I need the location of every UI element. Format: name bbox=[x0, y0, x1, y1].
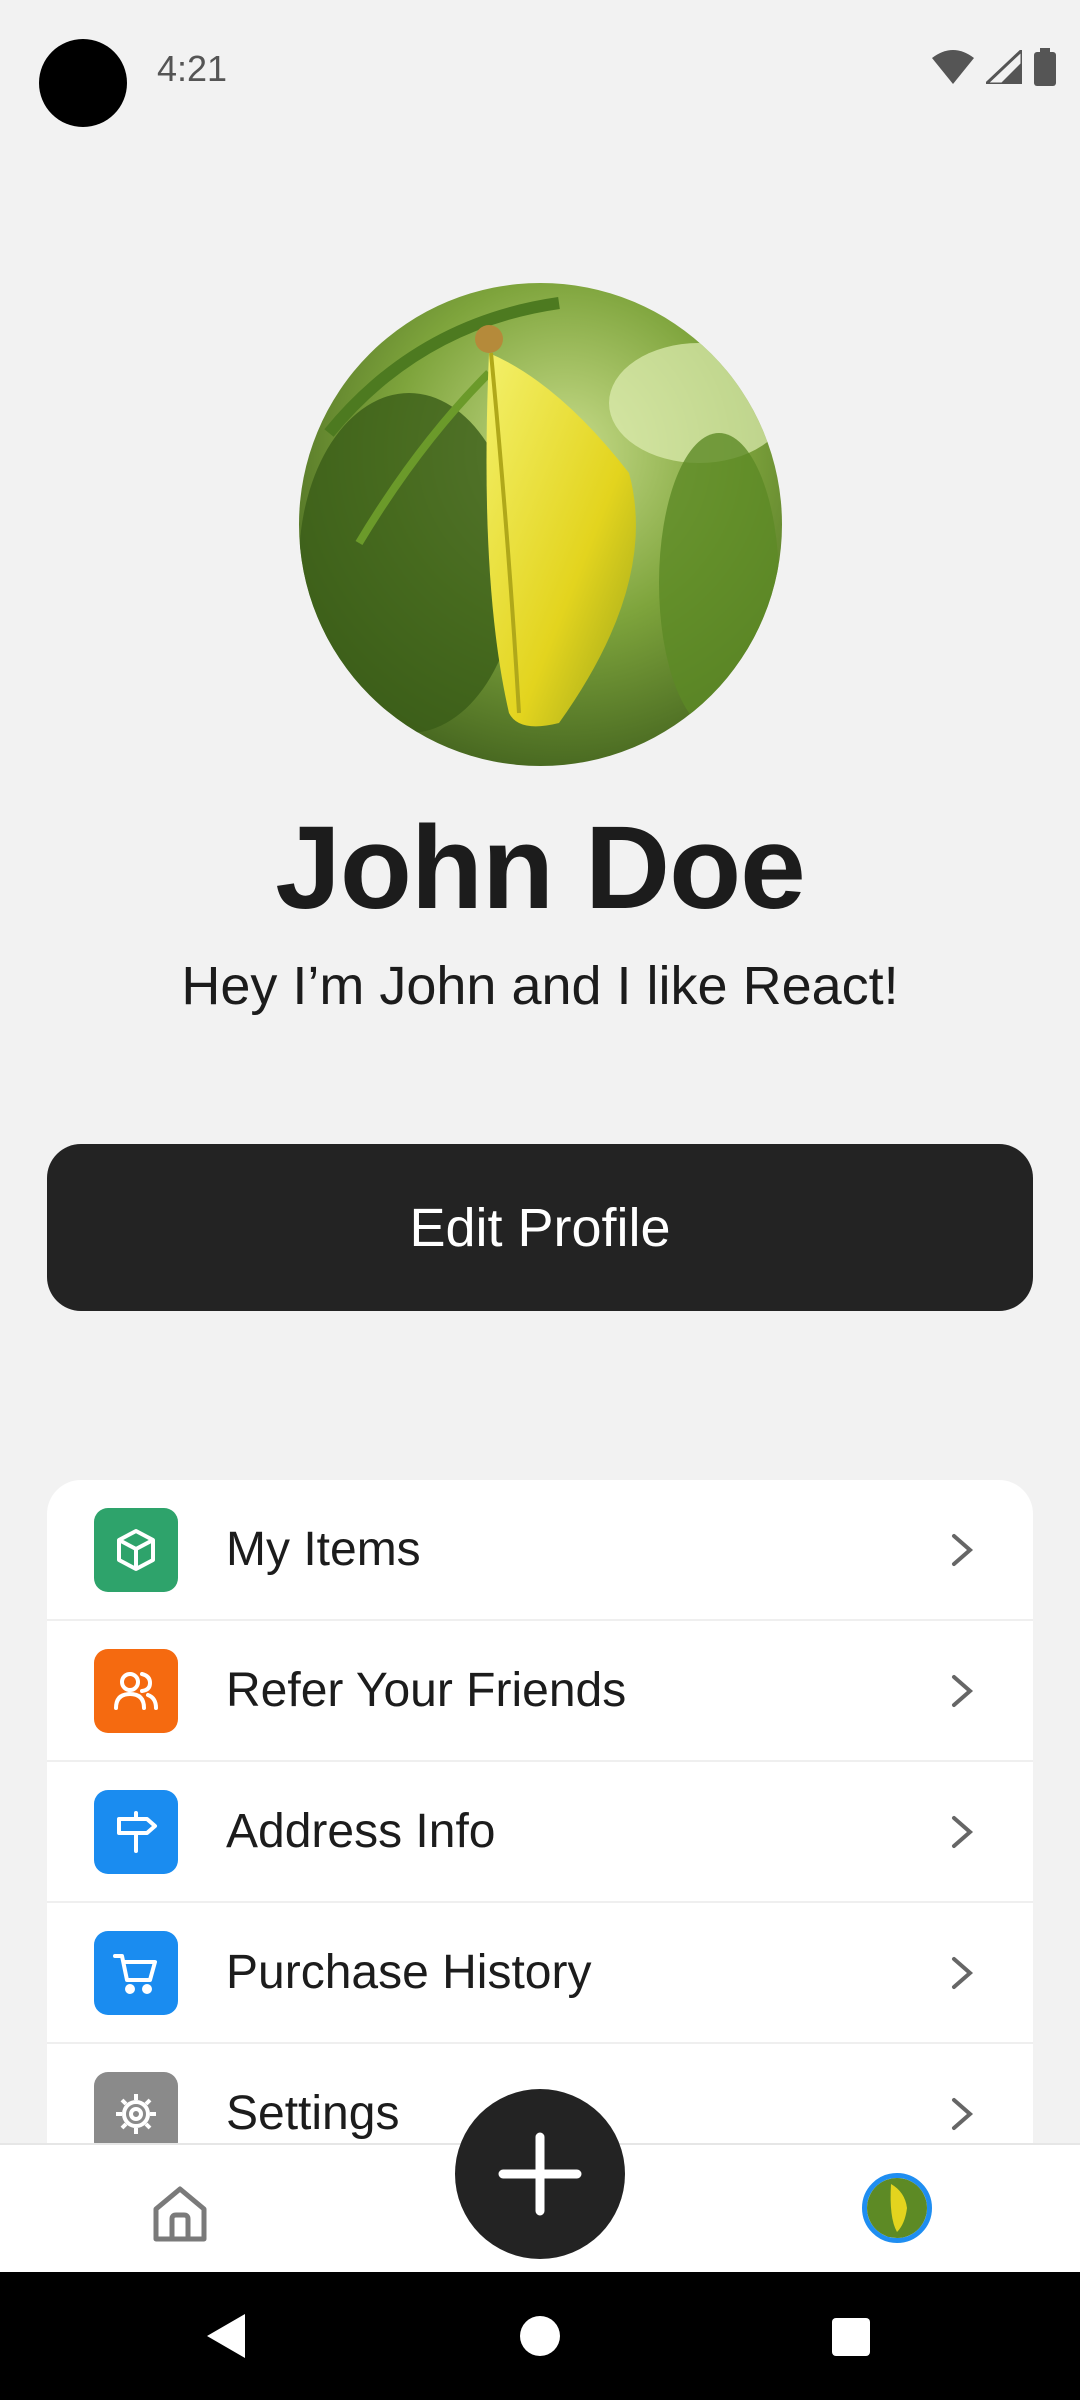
tab-home[interactable] bbox=[150, 2183, 210, 2243]
menu-item-label: Settings bbox=[226, 2087, 400, 2140]
edit-profile-button[interactable]: Edit Profile bbox=[47, 1144, 1033, 1311]
menu-list: My Items Refer Your Friends Address Info bbox=[47, 1480, 1033, 2150]
menu-item-my-items[interactable]: My Items bbox=[47, 1480, 1033, 1621]
cell-signal-icon bbox=[986, 50, 1022, 84]
chevron-right-icon bbox=[947, 1530, 977, 1570]
profile-avatar[interactable] bbox=[299, 283, 782, 766]
recents-button[interactable] bbox=[832, 2318, 870, 2356]
profile-name: John Doe bbox=[275, 802, 806, 934]
plus-icon bbox=[498, 2132, 582, 2216]
camera-cutout bbox=[39, 39, 127, 127]
back-icon[interactable] bbox=[205, 2312, 247, 2360]
tab-profile-avatar[interactable] bbox=[862, 2173, 932, 2243]
menu-item-label: Address Info bbox=[226, 1805, 496, 1858]
menu-item-label: My Items bbox=[226, 1523, 421, 1576]
leaf-photo bbox=[867, 2178, 927, 2238]
wifi-icon bbox=[932, 50, 974, 84]
status-time: 4:21 bbox=[157, 48, 228, 89]
chevron-right-icon bbox=[947, 1671, 977, 1711]
system-home-button[interactable] bbox=[520, 2316, 560, 2356]
menu-item-label: Purchase History bbox=[226, 1946, 592, 1999]
home-icon bbox=[153, 2186, 207, 2242]
chevron-right-icon bbox=[947, 1812, 977, 1852]
profile-bio: Hey I’m John and I like React! bbox=[181, 956, 899, 1016]
menu-item-purchase-history[interactable]: Purchase History bbox=[47, 1903, 1033, 2044]
chevron-right-icon bbox=[947, 2094, 977, 2134]
box-icon bbox=[94, 1507, 178, 1592]
menu-item-label: Refer Your Friends bbox=[226, 1664, 627, 1717]
status-bar: 4:21 bbox=[0, 0, 1080, 136]
leaf-photo bbox=[299, 283, 782, 766]
status-icons bbox=[932, 48, 1056, 86]
signpost-icon bbox=[94, 1789, 178, 1874]
chevron-right-icon bbox=[947, 1953, 977, 1993]
menu-item-address-info[interactable]: Address Info bbox=[47, 1762, 1033, 1903]
add-button[interactable] bbox=[455, 2089, 625, 2259]
cart-icon bbox=[94, 1930, 178, 2015]
menu-item-refer-friends[interactable]: Refer Your Friends bbox=[47, 1621, 1033, 1762]
gear-icon bbox=[94, 2071, 178, 2150]
users-icon bbox=[94, 1648, 178, 1733]
battery-icon bbox=[1034, 48, 1056, 86]
system-nav-bar bbox=[0, 2272, 1080, 2400]
